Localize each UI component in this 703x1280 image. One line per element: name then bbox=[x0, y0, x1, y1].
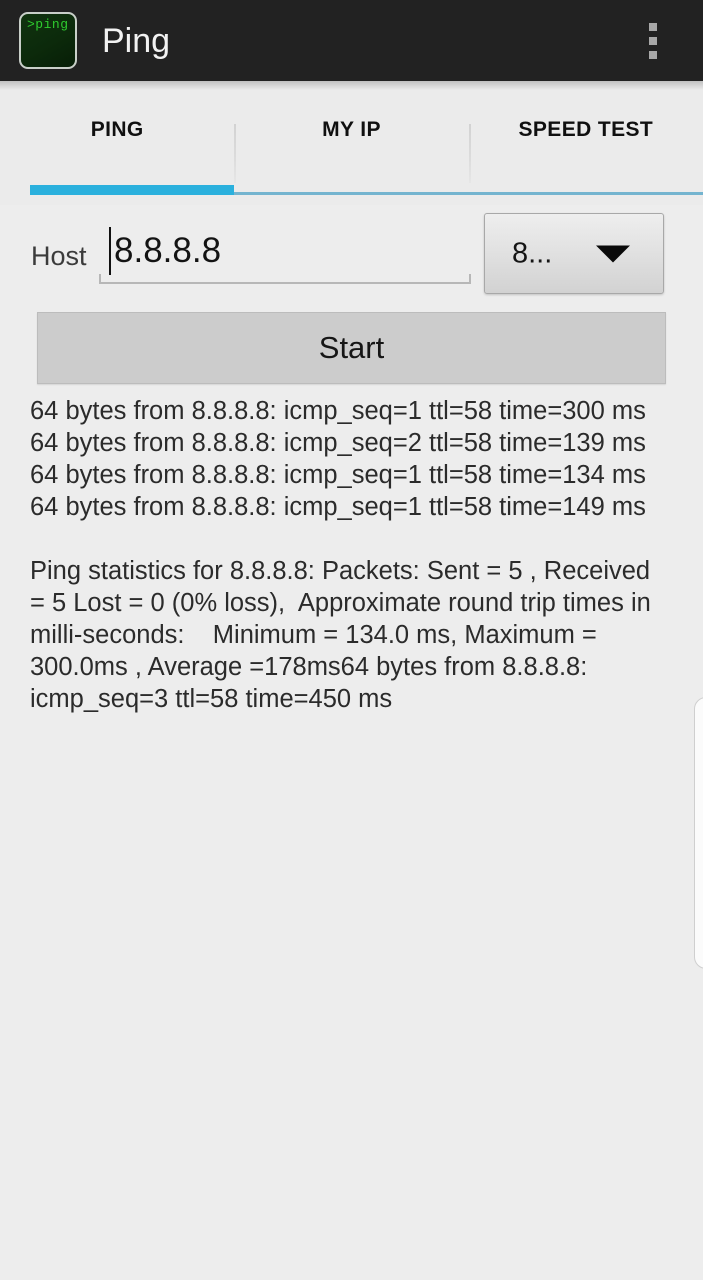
text-caret bbox=[109, 227, 111, 275]
ping-output-line: 64 bytes from 8.8.8.8: icmp_seq=1 ttl=58… bbox=[30, 397, 646, 425]
tab-ping-indicator bbox=[30, 185, 235, 195]
overflow-dot bbox=[649, 50, 657, 59]
tab-strip: PING MY IP SPEED TEST bbox=[0, 81, 703, 205]
app-bar: >ping Ping bbox=[0, 0, 703, 81]
start-button-label: Start bbox=[318, 330, 385, 365]
host-history-dropdown[interactable]: 8... bbox=[484, 213, 664, 294]
tab-my-ip-indicator bbox=[234, 192, 469, 195]
tab-ping[interactable]: PING bbox=[0, 81, 235, 205]
ping-output-line: 64 bytes from 8.8.8.8: icmp_seq=1 ttl=58… bbox=[30, 493, 646, 521]
start-button[interactable]: Start bbox=[37, 312, 666, 384]
host-input-underline bbox=[99, 274, 471, 284]
tab-speed-test-indicator bbox=[468, 192, 703, 195]
host-row: Host 8.8.8.8 8... bbox=[0, 205, 703, 302]
host-input-value: 8.8.8.8 bbox=[114, 231, 222, 270]
app-icon-ping-terminal: >ping bbox=[19, 12, 77, 69]
ping-statistics: Ping statistics for 8.8.8.8: Packets: Se… bbox=[30, 557, 658, 713]
tab-speed-test[interactable]: SPEED TEST bbox=[468, 81, 703, 205]
host-label: Host bbox=[31, 241, 87, 271]
tab-ping-label: PING bbox=[90, 118, 144, 141]
app-title: Ping bbox=[102, 21, 171, 60]
host-history-dropdown-value: 8... bbox=[512, 237, 553, 269]
ping-output-spacer bbox=[30, 523, 664, 555]
ping-output-line: 64 bytes from 8.8.8.8: icmp_seq=2 ttl=58… bbox=[30, 429, 646, 457]
tab-my-ip[interactable]: MY IP bbox=[234, 81, 469, 205]
appbar-shadow bbox=[0, 81, 703, 90]
tab-divider bbox=[234, 124, 237, 183]
ping-output: 64 bytes from 8.8.8.8: icmp_seq=1 ttl=58… bbox=[30, 395, 664, 715]
overflow-dot bbox=[649, 36, 657, 45]
tab-speed-test-label: SPEED TEST bbox=[518, 118, 654, 141]
chevron-down-icon bbox=[596, 245, 630, 262]
app-icon-label: >ping bbox=[27, 17, 69, 32]
overflow-dot bbox=[649, 22, 657, 31]
tab-my-ip-label: MY IP bbox=[322, 118, 381, 141]
overflow-menu-icon[interactable] bbox=[639, 17, 667, 65]
ping-output-line: 64 bytes from 8.8.8.8: icmp_seq=1 ttl=58… bbox=[30, 461, 646, 489]
ping-tab-content: Host 8.8.8.8 8... Start 64 bytes from 8.… bbox=[0, 205, 703, 1280]
tab-divider bbox=[468, 124, 471, 183]
host-input[interactable]: 8.8.8.8 bbox=[99, 222, 471, 284]
output-scrollbar[interactable] bbox=[694, 697, 703, 969]
